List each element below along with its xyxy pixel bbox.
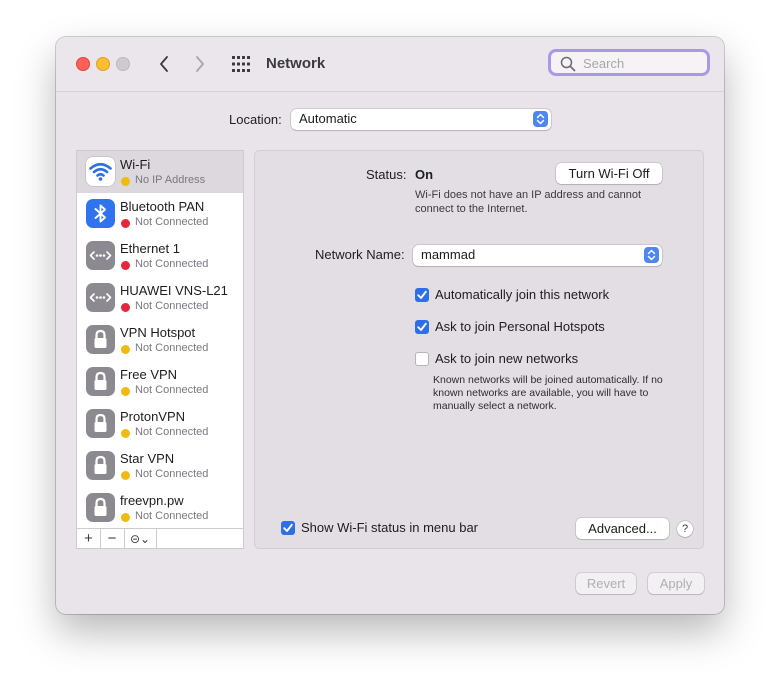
service-status: No IP Address bbox=[135, 174, 206, 186]
add-service-button[interactable]: + bbox=[77, 529, 101, 548]
help-button[interactable]: ? bbox=[677, 521, 693, 537]
wifi-icon bbox=[86, 157, 115, 186]
remove-service-button[interactable]: − bbox=[100, 529, 125, 548]
turn-wifi-off-button[interactable]: Turn Wi-Fi Off bbox=[556, 163, 662, 184]
auto-join-checkbox[interactable] bbox=[415, 288, 429, 302]
lock-icon bbox=[86, 367, 115, 396]
ethernet-icon bbox=[86, 283, 115, 312]
status-dot bbox=[121, 177, 130, 186]
checkmark-icon bbox=[283, 523, 293, 532]
known-networks-note: Known networks will be joined automatica… bbox=[433, 374, 663, 412]
checkmark-icon bbox=[417, 290, 427, 299]
service-status: Not Connected bbox=[135, 216, 209, 228]
service-item-protonvpn[interactable]: ProtonVPN Not Connected bbox=[77, 403, 243, 445]
popup-arrows-icon bbox=[533, 111, 548, 127]
show-wifi-status-checkbox[interactable] bbox=[281, 521, 295, 535]
network-name-popup[interactable]: mammad bbox=[413, 245, 662, 266]
service-list-toolbar: + − ⊝⌄ bbox=[76, 528, 244, 549]
popup-arrows-icon bbox=[644, 247, 659, 263]
chevron-right-icon bbox=[196, 56, 204, 72]
status-dot bbox=[121, 303, 130, 312]
service-status: Not Connected bbox=[135, 300, 209, 312]
service-status: Not Connected bbox=[135, 384, 209, 396]
lock-icon bbox=[86, 451, 115, 480]
service-item-vpn-hotspot[interactable]: VPN Hotspot Not Connected bbox=[77, 319, 243, 361]
close-window-button[interactable] bbox=[76, 57, 90, 71]
ask-new-networks-checkbox[interactable] bbox=[415, 352, 429, 366]
location-label: Location: bbox=[229, 112, 282, 127]
status-dot bbox=[121, 471, 130, 480]
advanced-button[interactable]: Advanced... bbox=[576, 518, 669, 539]
status-label: Status: bbox=[366, 167, 407, 182]
ask-new-networks-label[interactable]: Ask to join new networks bbox=[435, 351, 578, 366]
service-item-bluetooth-pan[interactable]: Bluetooth PAN Not Connected bbox=[77, 193, 243, 235]
zoom-window-button[interactable] bbox=[116, 57, 130, 71]
service-status: Not Connected bbox=[135, 258, 209, 270]
lock-icon bbox=[86, 493, 115, 522]
search-field[interactable]: Search bbox=[548, 49, 710, 76]
service-item-free-vpn[interactable]: Free VPN Not Connected bbox=[77, 361, 243, 403]
revert-button[interactable]: Revert bbox=[576, 573, 636, 594]
service-name: VPN Hotspot bbox=[120, 325, 196, 340]
service-item-ethernet-1[interactable]: Ethernet 1 Not Connected bbox=[77, 235, 243, 277]
service-status: Not Connected bbox=[135, 468, 209, 480]
service-name: Bluetooth PAN bbox=[120, 199, 205, 214]
window-title: Network bbox=[266, 55, 326, 72]
status-dot bbox=[121, 219, 130, 228]
bluetooth-icon bbox=[86, 199, 115, 228]
service-name: Free VPN bbox=[120, 367, 178, 382]
status-value: On bbox=[415, 167, 434, 182]
ask-hotspots-checkbox[interactable] bbox=[415, 320, 429, 334]
service-name: ProtonVPN bbox=[120, 409, 186, 424]
grid-icon bbox=[232, 56, 250, 72]
action-menu-button[interactable]: ⊝⌄ bbox=[124, 529, 157, 548]
service-name: Wi-Fi bbox=[120, 157, 151, 172]
back-button[interactable] bbox=[154, 53, 174, 75]
apply-button[interactable]: Apply bbox=[648, 573, 704, 594]
status-dot bbox=[121, 345, 130, 354]
title-bar: Network Search bbox=[56, 37, 724, 92]
service-item-huawei[interactable]: HUAWEI VNS-L21 Not Connected bbox=[77, 277, 243, 319]
service-item-freevpn-pw[interactable]: freevpn.pw Not Connected bbox=[77, 487, 243, 529]
service-name: Ethernet 1 bbox=[120, 241, 180, 256]
service-status: Not Connected bbox=[135, 342, 209, 354]
status-dot bbox=[121, 261, 130, 270]
ethernet-icon bbox=[86, 241, 115, 270]
network-preferences-window: Network Search Location: Automatic Wi-Fi… bbox=[56, 37, 724, 614]
lock-icon bbox=[86, 325, 115, 354]
show-all-button[interactable] bbox=[232, 55, 250, 73]
network-name-value: mammad bbox=[421, 247, 476, 262]
location-popup[interactable]: Automatic bbox=[291, 109, 551, 130]
show-wifi-status-label[interactable]: Show Wi-Fi status in menu bar bbox=[301, 520, 478, 535]
forward-button[interactable] bbox=[190, 53, 210, 75]
service-name: freevpn.pw bbox=[120, 493, 184, 508]
checkmark-icon bbox=[417, 322, 427, 331]
status-dot bbox=[121, 429, 130, 438]
chevron-left-icon bbox=[160, 56, 168, 72]
service-name: Star VPN bbox=[120, 451, 175, 466]
status-dot bbox=[121, 387, 130, 396]
service-item-star-vpn[interactable]: Star VPN Not Connected bbox=[77, 445, 243, 487]
search-icon bbox=[560, 56, 576, 72]
auto-join-label[interactable]: Automatically join this network bbox=[435, 287, 609, 302]
status-dot bbox=[121, 513, 130, 522]
ask-hotspots-label[interactable]: Ask to join Personal Hotspots bbox=[435, 319, 605, 334]
service-item-wifi[interactable]: Wi-Fi No IP Address bbox=[77, 151, 243, 193]
minimize-window-button[interactable] bbox=[96, 57, 110, 71]
network-name-label: Network Name: bbox=[315, 247, 405, 262]
service-name: HUAWEI VNS-L21 bbox=[120, 283, 228, 298]
service-status: Not Connected bbox=[135, 426, 209, 438]
lock-icon bbox=[86, 409, 115, 438]
search-placeholder: Search bbox=[583, 56, 625, 71]
service-status: Not Connected bbox=[135, 510, 209, 522]
location-value: Automatic bbox=[299, 111, 357, 126]
service-list: Wi-Fi No IP Address Bluetooth PAN Not Co… bbox=[76, 150, 244, 549]
status-description: Wi-Fi does not have an IP address and ca… bbox=[415, 189, 642, 215]
